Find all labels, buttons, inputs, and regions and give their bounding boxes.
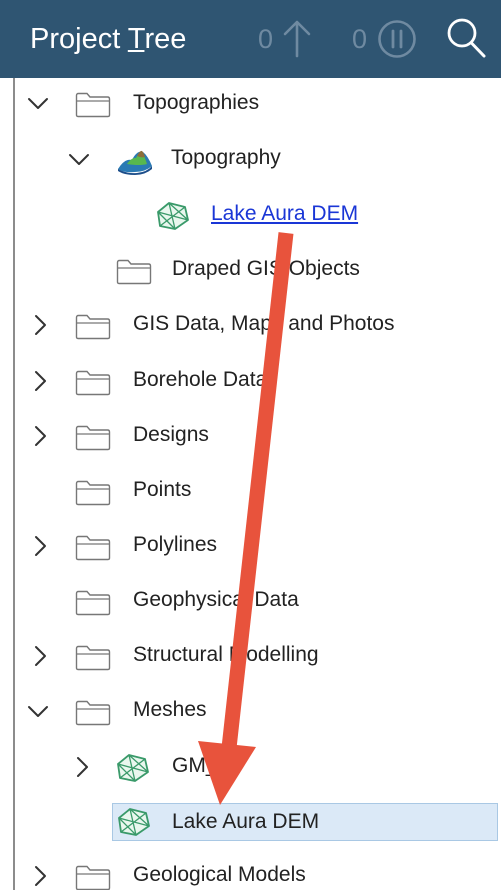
project-tree-header: Project Tree 0 0 (0, 0, 501, 78)
chevron-right-icon[interactable] (29, 425, 51, 447)
folder-icon (75, 425, 111, 451)
chevron-down-icon[interactable] (27, 700, 49, 722)
folder-icon (75, 865, 111, 890)
tree-item-topography[interactable]: Topography (15, 132, 501, 184)
chevron-right-icon[interactable] (29, 370, 51, 392)
tree-item-label: Designs (133, 423, 209, 446)
tree-item-label: Draped GIS Objects (172, 257, 360, 280)
mesh-icon (117, 754, 149, 782)
tree-item-label: Topographies (133, 91, 260, 114)
tree-item-label: GIS Data, Maps and Photos (133, 312, 395, 335)
chevron-right-icon[interactable] (71, 756, 93, 778)
tree-item-label: Geophysical Data (133, 588, 299, 611)
arrow-up-icon[interactable] (282, 18, 312, 63)
chevron-right-icon[interactable] (29, 865, 51, 887)
title-text-rest: ree (144, 23, 187, 55)
tree-item-lake-aura-dem-topography[interactable]: Lake Aura DEM (15, 188, 501, 240)
folder-icon (75, 92, 111, 118)
folder-icon (75, 314, 111, 340)
tree-item-polylines[interactable]: Polylines (15, 519, 501, 571)
tree-item-draped-gis-objects[interactable]: Draped GIS Objects (15, 243, 501, 295)
tree-item-lake-aura-dem-mesh[interactable]: Lake Aura DEM (112, 803, 498, 841)
search-icon[interactable] (444, 14, 490, 67)
tree-item-label: GM_EP (172, 754, 246, 777)
upload-count: 0 (258, 24, 274, 54)
project-tree-panel: Project Tree 0 0 Topographies Topography… (0, 0, 501, 890)
title-accelerator: T (127, 23, 145, 55)
tree-item-label: Topography (171, 146, 281, 169)
folder-icon (75, 370, 111, 396)
tree-item-topographies[interactable]: Topographies (15, 78, 501, 130)
chevron-down-icon[interactable] (68, 148, 90, 170)
tree-item-label[interactable]: Lake Aura DEM (211, 201, 358, 227)
folder-icon (75, 535, 111, 561)
chevron-right-icon[interactable] (29, 314, 51, 336)
tree-item-label: Meshes (133, 698, 207, 721)
tree-item-structural-modelling[interactable]: Structural Modelling (15, 629, 501, 681)
panel-title: Project Tree (30, 20, 186, 58)
tree-item-geological-models[interactable]: Geological Models (15, 849, 501, 890)
tree-item-points[interactable]: Points (15, 464, 501, 516)
pause-circle-icon[interactable] (376, 18, 420, 65)
chevron-right-icon[interactable] (29, 535, 51, 557)
pause-count: 0 (352, 24, 368, 54)
folder-icon (75, 645, 111, 671)
folder-icon (116, 259, 152, 285)
title-text: Project (30, 23, 128, 55)
folder-icon (75, 590, 111, 616)
tree-item-designs[interactable]: Designs (15, 409, 501, 461)
tree-item-borehole-data[interactable]: Borehole Data (15, 354, 501, 406)
chevron-down-icon[interactable] (27, 92, 49, 114)
tree-item-label: Points (133, 478, 192, 501)
tree-item-meshes[interactable]: Meshes (15, 684, 501, 736)
chevron-right-icon[interactable] (29, 645, 51, 667)
tree-item-label: Geological Models (133, 863, 306, 886)
mesh-icon (157, 202, 189, 230)
folder-icon (75, 480, 111, 506)
folder-icon (75, 700, 111, 726)
tree-item-label: Lake Aura DEM (172, 810, 320, 833)
tree-item-gis-data[interactable]: GIS Data, Maps and Photos (15, 298, 501, 350)
tree-item-gm-ep[interactable]: GM_EP (15, 740, 501, 792)
tree-item-label: Borehole Data (133, 368, 268, 391)
mesh-icon (118, 808, 150, 836)
tree-item-label: Polylines (133, 533, 218, 556)
tree-item-label: Structural Modelling (133, 643, 319, 666)
topography-icon (118, 150, 152, 175)
tree-item-geophysical-data[interactable]: Geophysical Data (15, 574, 501, 626)
